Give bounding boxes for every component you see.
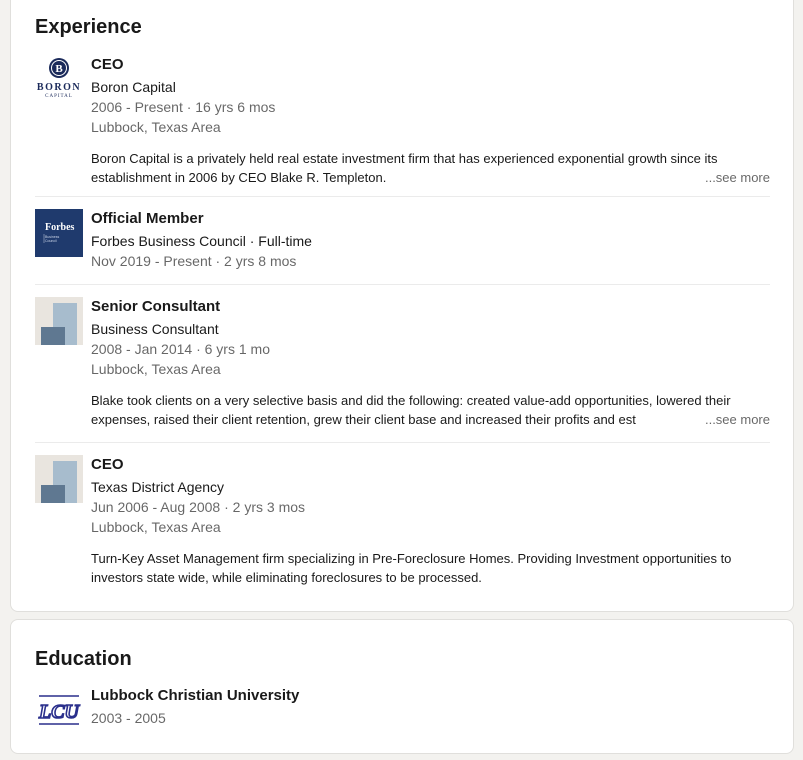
divider (35, 196, 770, 197)
job-title[interactable]: CEO (91, 55, 770, 77)
company-placeholder-icon (41, 461, 77, 503)
school-dates: 2003 - 2005 (91, 710, 166, 726)
job-description: Blake took clients on a very selective b… (91, 391, 770, 429)
company-name: Boron Capital (91, 79, 176, 95)
experience-item-senior-consultant[interactable]: Senior Consultant Business Consultant 20… (35, 297, 770, 432)
lcu-logo[interactable]: LCU (35, 686, 83, 734)
company-placeholder-icon (41, 303, 77, 345)
see-more-link[interactable]: ...see more (698, 168, 770, 187)
experience-section: Experience B BORON CAPITAL CEO Boron Cap… (10, 0, 794, 612)
job-location: Lubbock, Texas Area (91, 361, 221, 377)
job-description: Turn-Key Asset Management firm specializ… (91, 549, 770, 587)
company-name: Business Consultant (91, 321, 219, 337)
job-location: Lubbock, Texas Area (91, 119, 221, 135)
company-name: Forbes Business Council · Full-time (91, 233, 312, 249)
lcu-logo-icon: LCU (37, 695, 81, 725)
boron-capital-logo-icon: B BORON CAPITAL (37, 58, 81, 99)
education-item-lcu[interactable]: LCU Lubbock Christian University 2003 - … (35, 686, 770, 734)
job-description-text: Boron Capital is a privately held real e… (91, 151, 718, 185)
job-location: Lubbock, Texas Area (91, 519, 221, 535)
job-description: Boron Capital is a privately held real e… (91, 149, 770, 187)
forbes-logo-icon: Forbes Business Council (43, 222, 75, 243)
experience-title: Experience (35, 16, 142, 38)
job-dates: 2008 - Jan 2014 · 6 yrs 1 mo (91, 341, 270, 357)
boron-logo-text: BORON (37, 82, 81, 93)
job-dates: 2006 - Present · 16 yrs 6 mos (91, 99, 276, 115)
job-title[interactable]: Official Member (91, 209, 770, 231)
job-description-text: Blake took clients on a very selective b… (91, 393, 731, 427)
education-title: Education (35, 648, 132, 670)
school-name[interactable]: Lubbock Christian University (91, 686, 770, 708)
company-placeholder-logo[interactable] (35, 455, 83, 503)
lcu-logo-text: LCU (38, 701, 81, 723)
job-title[interactable]: CEO (91, 455, 770, 477)
boron-monogram: B (55, 63, 63, 75)
job-title[interactable]: Senior Consultant (91, 297, 770, 319)
divider (35, 284, 770, 285)
see-more-link[interactable]: ...see more (698, 410, 770, 429)
forbes-logo-council: Council (45, 239, 57, 243)
job-dates: Jun 2006 - Aug 2008 · 2 yrs 3 mos (91, 499, 306, 515)
forbes-logo-text: Forbes (45, 222, 75, 233)
company-placeholder-logo[interactable] (35, 297, 83, 345)
experience-item-boron-capital[interactable]: B BORON CAPITAL CEO Boron Capital 2006 -… (35, 55, 770, 190)
job-description-text: Turn-Key Asset Management firm specializ… (91, 551, 732, 585)
experience-item-texas-district-agency[interactable]: CEO Texas District Agency Jun 2006 - Aug… (35, 455, 770, 590)
boron-logo-subtext: CAPITAL (45, 94, 73, 99)
forbes-council-logo[interactable]: Forbes Business Council (35, 209, 83, 257)
experience-item-forbes[interactable]: Forbes Business Council Official Member … (35, 209, 770, 273)
divider (35, 442, 770, 443)
job-dates: Nov 2019 - Present · 2 yrs 8 mos (91, 253, 297, 269)
boron-capital-logo[interactable]: B BORON CAPITAL (35, 55, 83, 103)
education-section: Education LCU Lubbock Christian Universi… (10, 619, 794, 754)
company-name: Texas District Agency (91, 479, 225, 495)
